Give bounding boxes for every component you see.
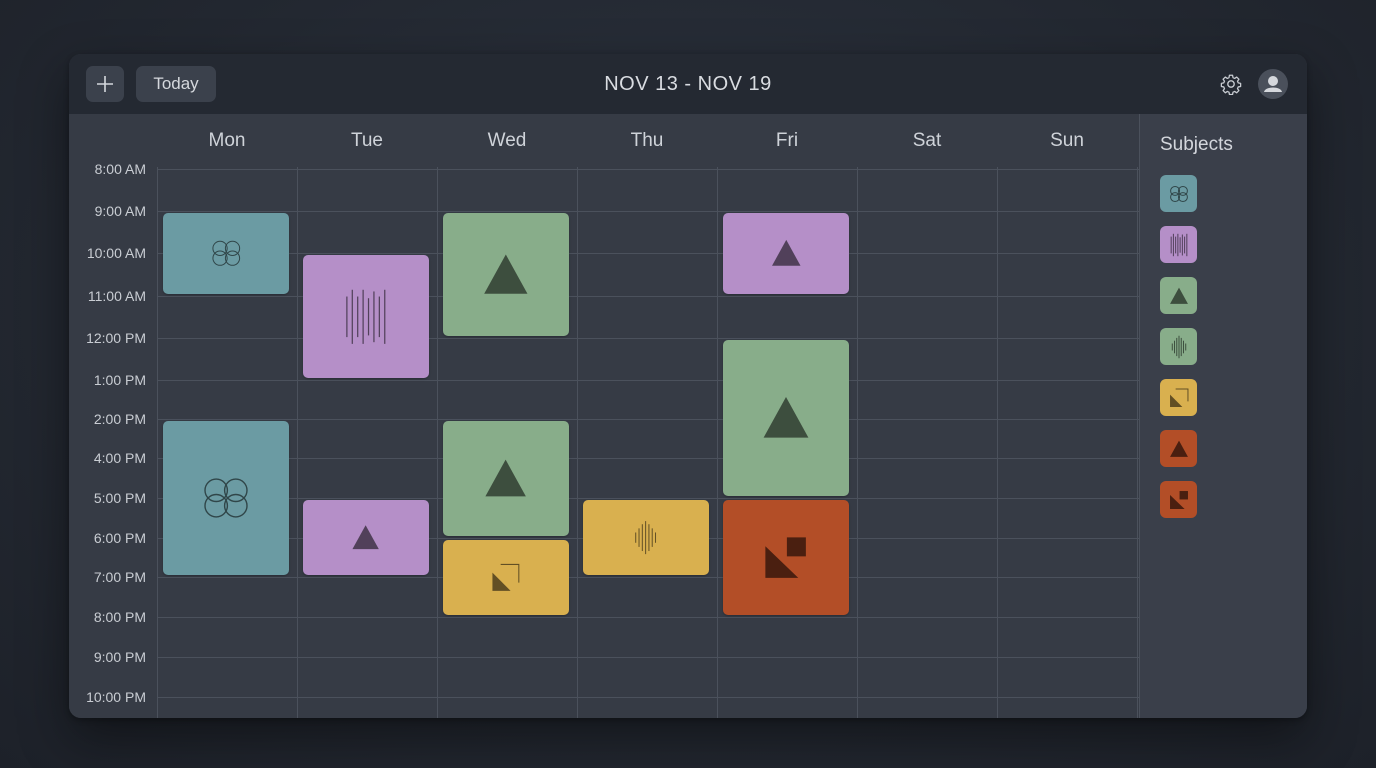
event-block-wed[interactable]: [443, 540, 569, 615]
vertical-lines-icon: [1170, 233, 1187, 256]
plus-icon: [97, 76, 113, 92]
grid-hour-line: [157, 498, 1139, 499]
triangle-icon: [352, 525, 380, 550]
time-label: 8:00 AM: [94, 161, 146, 177]
triangle-square-icon: [1169, 490, 1188, 509]
event-block-fri[interactable]: [723, 213, 849, 294]
grid-hour-line: [157, 458, 1139, 459]
grid-column-divider: [577, 167, 578, 718]
grid-column-divider: [857, 167, 858, 718]
profile-button[interactable]: [1258, 69, 1288, 99]
event-block-thu[interactable]: [583, 500, 709, 575]
gear-icon: [1220, 74, 1242, 95]
grid-column-divider: [997, 167, 998, 718]
triangle-square-icon: [765, 537, 807, 578]
time-label: 12:00 PM: [86, 330, 146, 346]
day-header-fri: Fri: [775, 130, 799, 151]
event-block-mon[interactable]: [163, 421, 289, 575]
grid-column-divider: [717, 167, 718, 718]
day-header-sun: Sun: [1050, 130, 1084, 151]
subject-swatch[interactable]: [1160, 175, 1197, 212]
time-label: 10:00 PM: [86, 689, 146, 705]
grid-hour-line: [157, 211, 1139, 212]
grid-hour-line: [157, 577, 1139, 578]
toolbar: Today NOV 13 - NOV 19: [69, 54, 1307, 114]
event-block-mon[interactable]: [163, 213, 289, 294]
today-button[interactable]: Today: [136, 66, 216, 102]
grid-column-divider: [297, 167, 298, 718]
day-header-mon: Mon: [208, 130, 246, 151]
subjects-title: Subjects: [1160, 134, 1233, 155]
time-label: 10:00 AM: [86, 245, 146, 261]
grid-hour-line: [157, 419, 1139, 420]
settings-button[interactable]: [1216, 69, 1246, 99]
time-label: 9:00 AM: [94, 203, 146, 219]
subject-swatch[interactable]: [1160, 430, 1197, 467]
subjects-sidebar: Subjects: [1139, 114, 1307, 718]
triangle-icon: [484, 254, 528, 294]
day-header-sat: Sat: [912, 130, 942, 151]
triangle-icon: [485, 459, 527, 497]
user-avatar-icon: [1264, 76, 1282, 92]
grid-hour-line: [157, 253, 1139, 254]
four-circles-icon: [212, 240, 240, 267]
wave-lines-icon: [635, 521, 657, 554]
grid-column-divider: [1137, 167, 1138, 718]
time-label: 8:00 PM: [93, 609, 146, 625]
corner-triangle-icon: [492, 563, 520, 591]
time-label: 4:00 PM: [93, 450, 146, 466]
triangle-icon: [1169, 287, 1188, 304]
week-calendar-grid: Mon Tue Wed Thu Fri Sat Sun 8:00 AM 9:00 AM 10:00…: [69, 114, 1139, 718]
event-block-wed[interactable]: [443, 213, 569, 336]
time-label: 7:00 PM: [93, 569, 146, 585]
grid-hour-line: [157, 697, 1139, 698]
grid-hour-line: [157, 617, 1139, 618]
wave-lines-icon: [1171, 335, 1186, 358]
event-block-fri[interactable]: [723, 340, 849, 496]
triangle-icon: [763, 397, 809, 438]
time-label: 11:00 AM: [87, 288, 146, 304]
time-label: 2:00 PM: [93, 411, 146, 427]
corner-triangle-icon: [1169, 388, 1188, 407]
day-header-wed: Wed: [487, 130, 527, 151]
triangle-icon: [1169, 440, 1188, 457]
event-block-tue[interactable]: [303, 255, 429, 378]
subject-swatch[interactable]: [1160, 226, 1197, 263]
time-label: 9:00 PM: [93, 649, 146, 665]
event-block-wed[interactable]: [443, 421, 569, 536]
date-range-title: NOV 13 - NOV 19: [604, 72, 772, 95]
event-block-fri[interactable]: [723, 500, 849, 615]
vertical-lines-icon: [346, 289, 386, 344]
subject-swatch[interactable]: [1160, 481, 1197, 518]
grid-hour-line: [157, 657, 1139, 658]
event-block-tue[interactable]: [303, 500, 429, 575]
day-header-thu: Thu: [630, 130, 664, 151]
day-header-tue: Tue: [350, 130, 384, 151]
grid-column-divider: [157, 167, 158, 718]
subject-swatch[interactable]: [1160, 379, 1197, 416]
four-circles-icon: [204, 478, 248, 518]
triangle-icon: [771, 240, 801, 266]
grid-hour-line: [157, 380, 1139, 381]
time-label: 1:00 PM: [93, 372, 146, 388]
add-event-button[interactable]: [86, 66, 124, 102]
time-label: 6:00 PM: [93, 530, 146, 546]
four-circles-icon: [1169, 185, 1188, 202]
grid-column-divider: [437, 167, 438, 718]
calendar-window: Today NOV 13 - NOV 19 Mon Tue Wed Thu Fri Sat…: [69, 54, 1307, 718]
subject-swatch[interactable]: [1160, 277, 1197, 314]
grid-hour-line: [157, 169, 1139, 170]
subject-swatch[interactable]: [1160, 328, 1197, 365]
time-label: 5:00 PM: [93, 490, 146, 506]
